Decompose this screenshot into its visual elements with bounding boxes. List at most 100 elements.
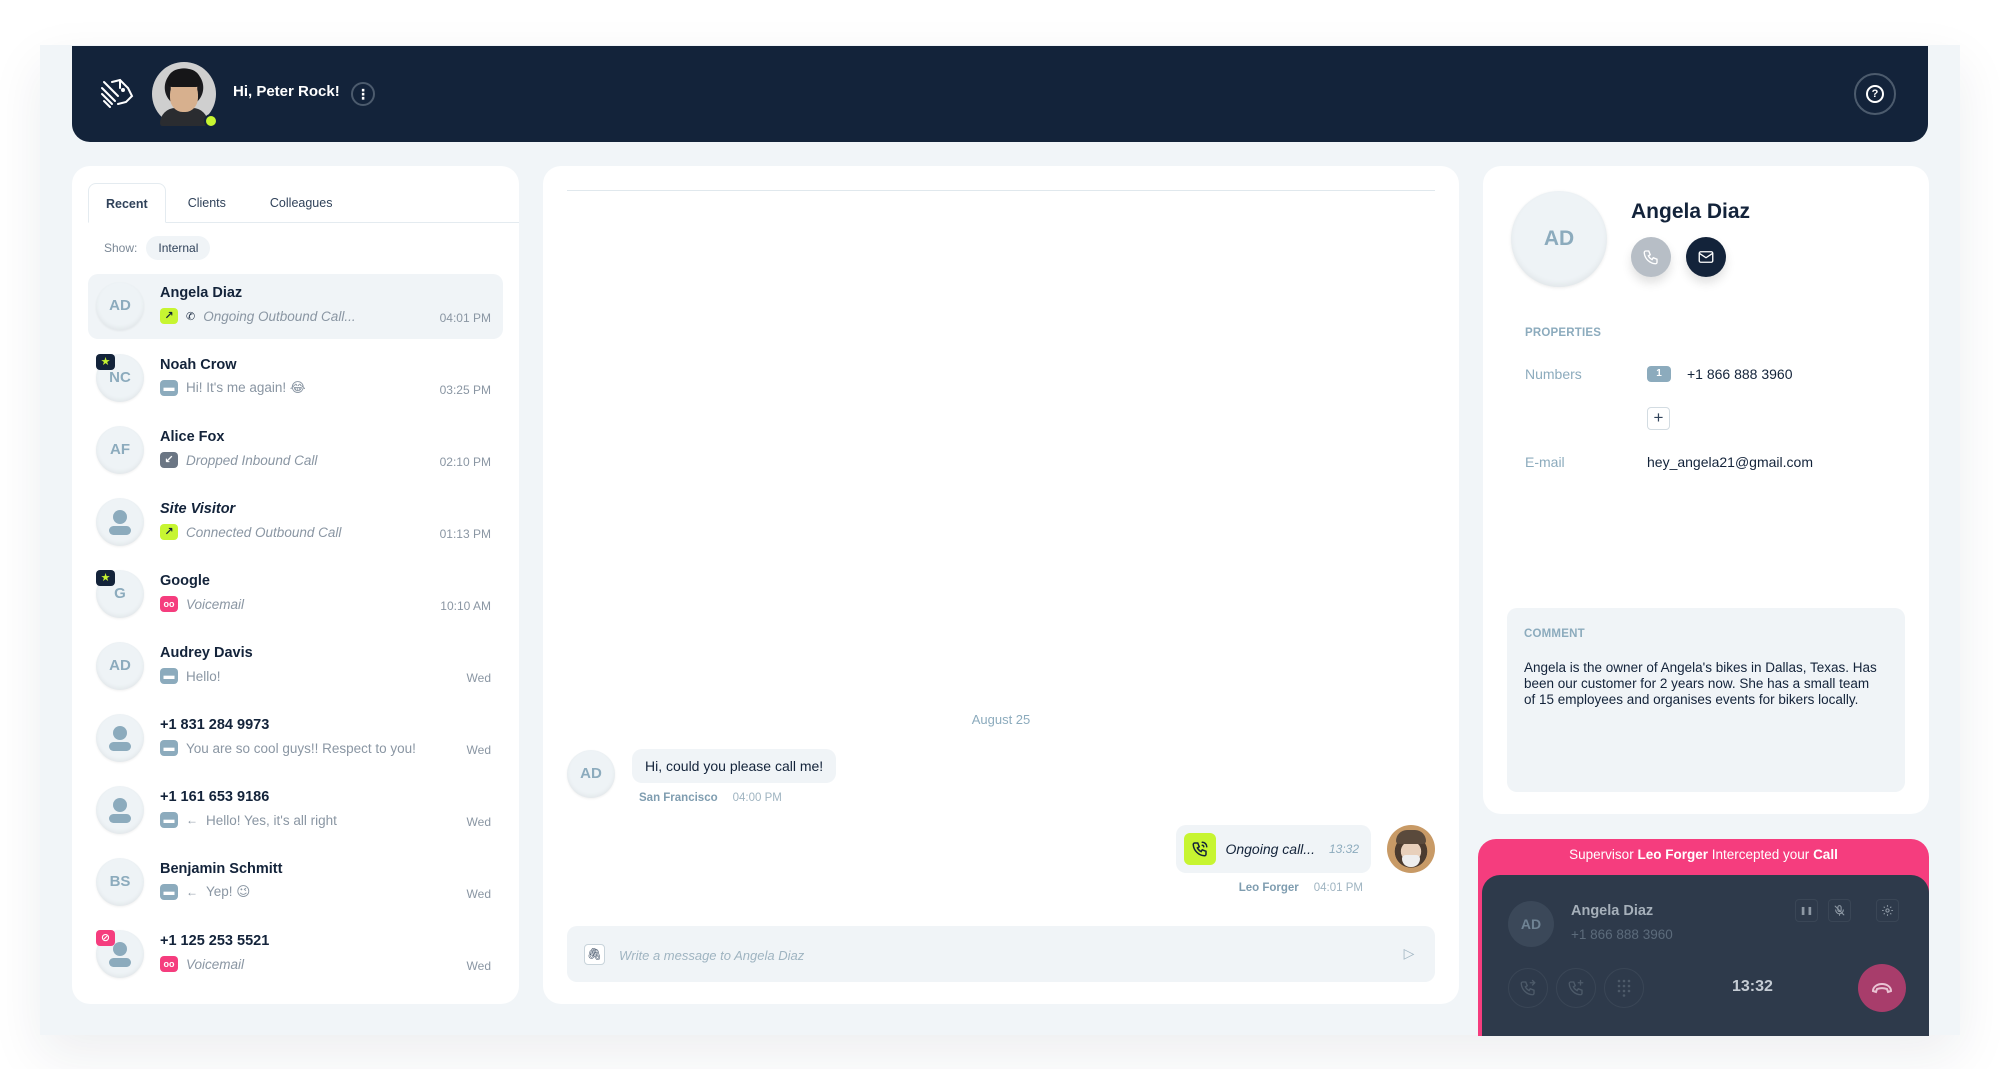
add-number-button[interactable]: +: [1647, 407, 1670, 430]
transfer-call-button[interactable]: [1508, 968, 1548, 1008]
contact-preview: Connected Outbound Call: [186, 524, 342, 540]
contact-time: Wed: [466, 671, 491, 685]
add-call-button[interactable]: [1556, 968, 1596, 1008]
outgoing-call-message[interactable]: Ongoing call... 13:32: [1176, 825, 1371, 873]
contact-name: Alice Fox: [160, 429, 225, 445]
contact-preview: Voicemail: [186, 956, 245, 972]
phone-call-icon: [1184, 833, 1217, 865]
comment-heading: COMMENT: [1524, 628, 1585, 640]
avatar: BS: [96, 858, 144, 906]
contact-item[interactable]: AD Angela Diaz ↗ ✆ Ongoing Outbound Call…: [88, 274, 503, 339]
avatar: NC ★: [96, 354, 144, 402]
message-input[interactable]: [619, 944, 1319, 966]
contact-item[interactable]: NC ★ Noah Crow ▬ Hi! It's me again! 😂 03…: [88, 346, 503, 418]
chat-panel: August 25 AD Hi, could you please call m…: [543, 166, 1459, 1004]
favorite-star-icon: ★: [96, 570, 115, 586]
email-value[interactable]: hey_angela21@gmail.com: [1647, 454, 1813, 470]
numbers-label: Numbers: [1525, 366, 1582, 382]
date-separator: August 25: [971, 712, 1031, 727]
more-options-button[interactable]: ⋮: [351, 82, 375, 106]
person-icon: [113, 942, 127, 956]
contact-item[interactable]: BS Benjamin Schmitt ▬ ← Yep! 😉 Wed: [88, 850, 503, 922]
agent-avatar: [1387, 825, 1435, 873]
mic-off-icon: [1834, 905, 1845, 916]
message-icon: ▬: [160, 668, 178, 684]
supervisor-name: Leo Forger: [1637, 847, 1708, 862]
mute-button[interactable]: [1828, 899, 1851, 922]
send-icon[interactable]: ▷: [1399, 943, 1419, 963]
contact-time: Wed: [466, 743, 491, 757]
filter-chip-internal[interactable]: Internal: [146, 236, 211, 260]
contact-list: AD Angela Diaz ↗ ✆ Ongoing Outbound Call…: [88, 274, 503, 994]
contact-name: Angela Diaz: [160, 285, 243, 301]
help-icon: ?: [1866, 85, 1884, 103]
person-icon: [113, 510, 127, 524]
attach-icon[interactable]: 🖇: [584, 944, 605, 965]
contact-time: Wed: [466, 959, 491, 973]
contact-item[interactable]: ⊘ +1 125 253 5521 oo Voicemail Wed: [88, 922, 503, 994]
contact-preview: Voicemail: [186, 596, 245, 612]
contact-details-panel: AD Angela Diaz PROPERTIES Numbers 1 +1 8…: [1483, 166, 1929, 814]
voicemail-icon: oo: [160, 596, 178, 612]
contacts-panel: Recent Clients Colleagues Show: Internal…: [72, 166, 519, 1004]
message-composer: 🖇 ▷: [567, 926, 1435, 982]
outgoing-message-meta: Leo Forger 04:01 PM: [1239, 882, 1363, 894]
contact-name: Benjamin Schmitt: [160, 861, 283, 877]
incoming-message: Hi, could you please call me!: [632, 749, 837, 783]
tab-recent[interactable]: Recent: [88, 183, 166, 223]
logo-icon[interactable]: [98, 74, 138, 114]
message-sender: Leo Forger: [1238, 882, 1299, 894]
call-button[interactable]: [1631, 237, 1671, 277]
online-status-dot: [204, 114, 218, 128]
contact-preview: Ongoing Outbound Call...: [203, 308, 356, 324]
contact-subtitle: oo Voicemail: [160, 956, 244, 972]
reply-arrow-icon: ←: [186, 885, 198, 899]
contact-item[interactable]: AD Audrey Davis ▬ Hello! Wed: [88, 634, 503, 706]
help-button[interactable]: ?: [1854, 73, 1896, 115]
contact-preview: Hi! It's me again! 😂: [186, 380, 306, 395]
tab-clients[interactable]: Clients: [166, 183, 248, 223]
caller-name: Angela Diaz: [1571, 903, 1654, 919]
keypad-button[interactable]: [1604, 968, 1644, 1008]
contact-subtitle: ↗ Connected Outbound Call: [160, 524, 341, 540]
email-label: E-mail: [1525, 454, 1565, 470]
contact-name: Site Visitor: [160, 501, 236, 517]
incoming-message-meta: San Francisco 04:00 PM: [639, 792, 782, 804]
number-index-badge: 1: [1647, 366, 1671, 382]
contact-name: Google: [160, 573, 210, 589]
mail-icon: [1698, 251, 1714, 263]
call-status-label: Ongoing call...: [1225, 841, 1315, 857]
avatar: AD: [96, 282, 144, 330]
contact-name: Noah Crow: [160, 357, 237, 373]
comment-box[interactable]: COMMENT Angela is the owner of Angela's …: [1507, 608, 1905, 792]
contact-item[interactable]: Site Visitor ↗ Connected Outbound Call 0…: [88, 490, 503, 562]
hang-up-button[interactable]: [1858, 964, 1906, 1012]
contact-preview: You are so cool guys!! Respect to you!: [186, 740, 416, 756]
contact-preview: Hello! Yes, it's all right: [206, 812, 337, 828]
person-icon: [113, 798, 127, 812]
contact-item[interactable]: AF Alice Fox ↙ Dropped Inbound Call 02:1…: [88, 418, 503, 490]
contact-item[interactable]: +1 831 284 9973 ▬ You are so cool guys!!…: [88, 706, 503, 778]
user-avatar[interactable]: [152, 62, 218, 128]
contact-time: Wed: [466, 815, 491, 829]
contact-name: +1 831 284 9973: [160, 717, 270, 733]
call-timer: 13:32: [1732, 978, 1773, 995]
caller-avatar: AD: [1508, 901, 1554, 947]
contact-item[interactable]: +1 161 653 9186 ▬ ← Hello! Yes, it's all…: [88, 778, 503, 850]
message-icon: ▬: [160, 812, 178, 828]
email-button[interactable]: [1686, 237, 1726, 277]
more-icon: ⋮: [356, 86, 370, 102]
contact-item[interactable]: G ★ Google oo Voicemail 10:10 AM: [88, 562, 503, 634]
tab-colleagues[interactable]: Colleagues: [248, 183, 355, 223]
contact-subtitle: ▬ Hello!: [160, 668, 221, 684]
favorite-star-icon: ★: [96, 354, 115, 370]
message-icon: ▬: [160, 380, 178, 396]
pause-button[interactable]: ❚❚: [1795, 899, 1818, 922]
gear-icon: [1882, 905, 1893, 916]
avatar: [96, 498, 144, 546]
settings-button[interactable]: [1876, 899, 1899, 922]
avatar: [96, 786, 144, 834]
caller-number: +1 866 888 3960: [1571, 927, 1673, 942]
phone-number[interactable]: +1 866 888 3960: [1687, 366, 1793, 382]
message-time: 04:00 PM: [732, 792, 782, 804]
